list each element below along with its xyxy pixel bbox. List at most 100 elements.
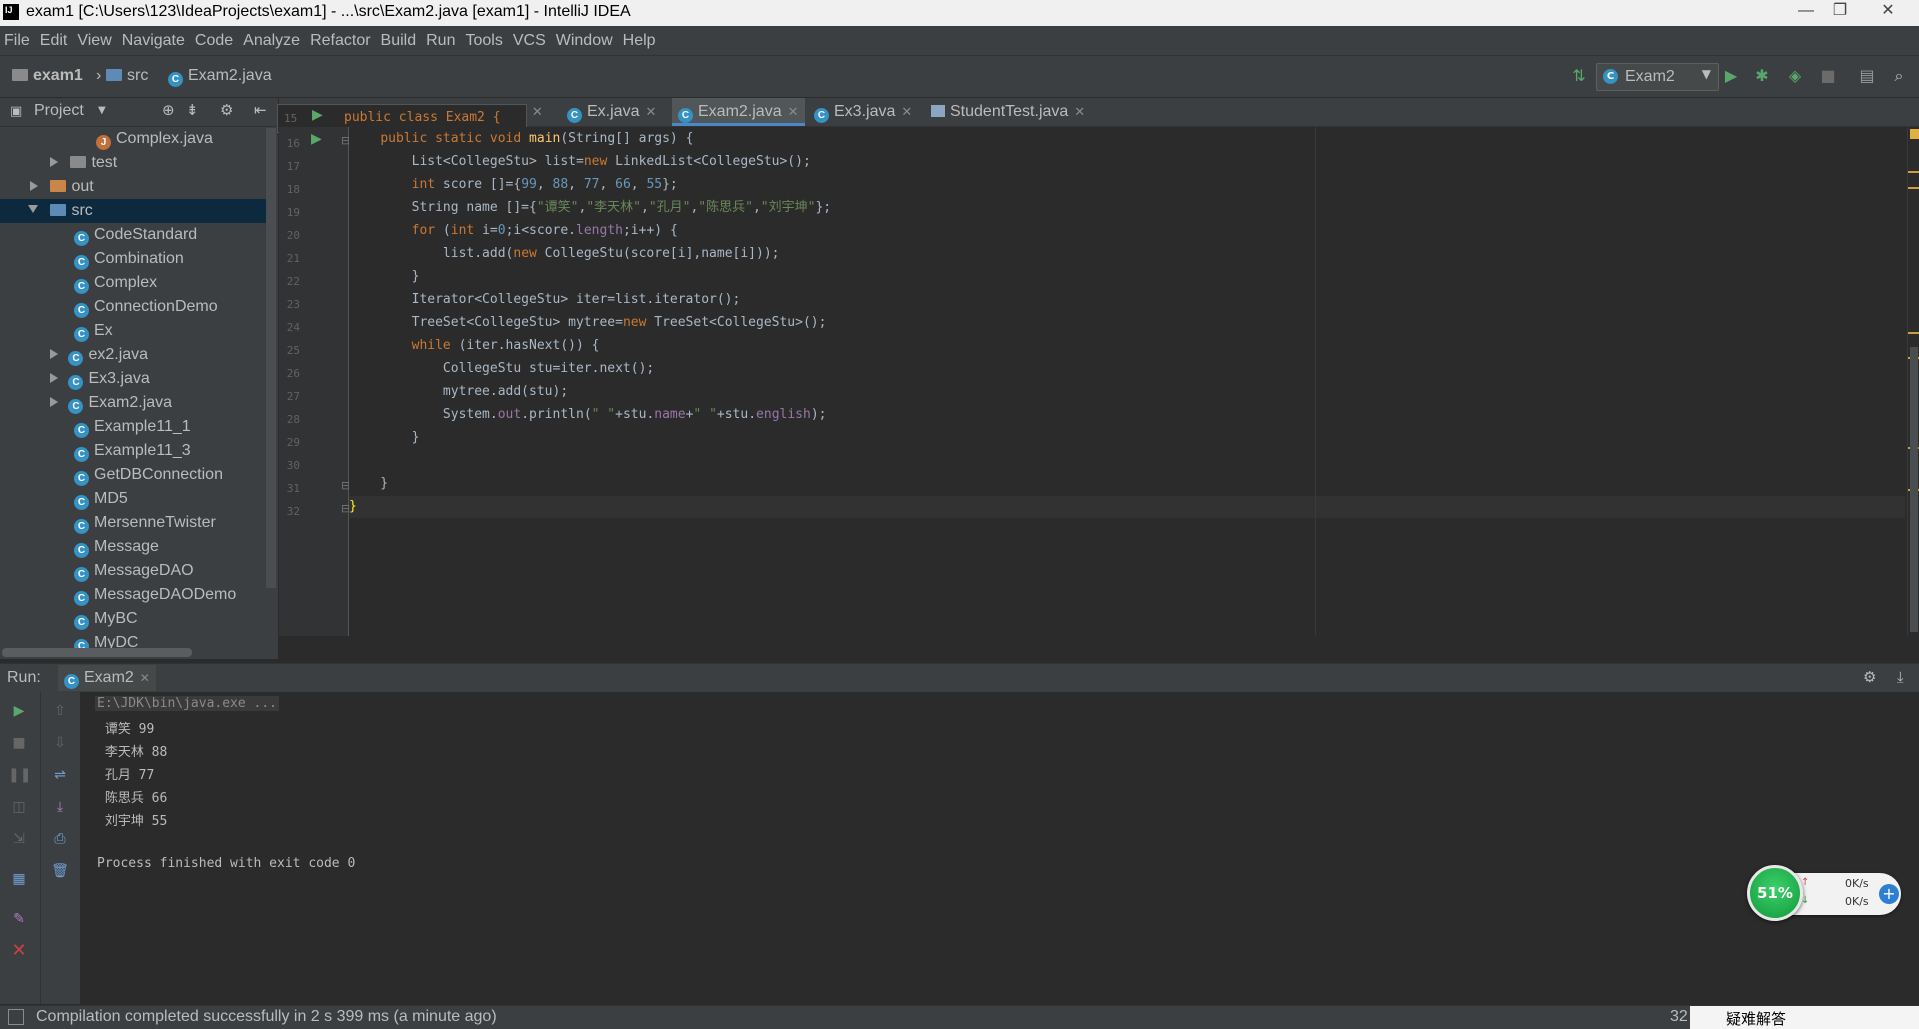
maximize-button[interactable]: ❐ bbox=[1818, 0, 1862, 24]
close-window-button[interactable]: ✕ bbox=[1866, 0, 1910, 24]
tree-item-class[interactable]: C MyBC bbox=[0, 607, 138, 631]
gear-icon[interactable]: ⚙ bbox=[1863, 668, 1876, 686]
soft-wrap-icon[interactable]: ⇌ bbox=[49, 764, 71, 786]
run-class-icon[interactable]: ▶ bbox=[312, 107, 323, 123]
menu-refactor[interactable]: Refactor bbox=[306, 26, 374, 55]
close-tab-icon[interactable]: ✕ bbox=[788, 104, 799, 119]
dump-threads-icon[interactable]: ◫ bbox=[8, 796, 30, 818]
menu-navigate[interactable]: Navigate bbox=[118, 26, 189, 55]
stop-icon[interactable]: ■ bbox=[1817, 65, 1839, 87]
expand-arrow-icon[interactable] bbox=[50, 397, 58, 407]
gear-icon[interactable]: ⚙ bbox=[220, 101, 233, 119]
up-arrow-icon[interactable]: ⇧ bbox=[49, 700, 71, 722]
tool-windows-icon[interactable] bbox=[8, 1009, 24, 1025]
collapse-all-icon[interactable]: ⇟ bbox=[186, 101, 199, 119]
project-vertical-scrollbar[interactable] bbox=[266, 128, 276, 588]
close-tab-icon[interactable]: ✕ bbox=[901, 104, 912, 119]
menu-build[interactable]: Build bbox=[377, 26, 421, 55]
close-tab-icon[interactable]: ✕ bbox=[532, 104, 543, 119]
tab-studenttest-java[interactable]: StudentTest.java ✕ bbox=[925, 98, 1091, 126]
tab-ex3-java[interactable]: C Ex3.java ✕ bbox=[808, 98, 918, 126]
layout-icon[interactable]: ▦ bbox=[8, 868, 30, 890]
tree-item-java-file[interactable]: C Exam2.java bbox=[0, 391, 172, 415]
menu-code[interactable]: Code bbox=[191, 26, 237, 55]
pin-icon[interactable]: ✎ bbox=[8, 908, 30, 930]
project-structure-icon[interactable]: ▤ bbox=[1856, 65, 1878, 87]
error-stripe[interactable] bbox=[1907, 127, 1919, 636]
tree-item-test[interactable]: test bbox=[0, 151, 266, 175]
menu-edit[interactable]: Edit bbox=[36, 26, 72, 55]
tree-item-class[interactable]: C Combination bbox=[0, 247, 184, 271]
code-editor[interactable]: public static void main(String[] args) {… bbox=[349, 127, 1907, 636]
run-main-icon[interactable]: ▶ bbox=[311, 131, 322, 147]
breadcrumb-project[interactable]: exam1 bbox=[12, 67, 83, 85]
search-icon[interactable]: ⌕ bbox=[1888, 65, 1910, 87]
locate-icon[interactable]: ⊕ bbox=[162, 101, 175, 119]
menu-analyze[interactable]: Analyze bbox=[239, 26, 304, 55]
tree-item-complex-java-test[interactable]: J Complex.java bbox=[0, 127, 266, 151]
warning-indicator-icon[interactable] bbox=[1910, 129, 1919, 139]
coverage-icon[interactable]: ◈ bbox=[1784, 65, 1806, 87]
tree-item-out[interactable]: out bbox=[0, 175, 266, 199]
pause-icon[interactable]: ❚❚ bbox=[8, 764, 31, 786]
console-output[interactable]: E:\JDK\bin\java.exe ... 谭笑 99 李天林 88 孔月 … bbox=[81, 692, 1919, 1004]
tree-item-class[interactable]: C MessageDAODemo bbox=[0, 583, 236, 607]
close-tab-icon[interactable]: ✕ bbox=[1074, 104, 1085, 119]
down-arrow-icon[interactable]: ⇩ bbox=[49, 732, 71, 754]
project-horizontal-scrollbar[interactable] bbox=[2, 648, 192, 657]
breadcrumb-folder[interactable]: src bbox=[106, 67, 148, 85]
close-tab-icon[interactable]: ✕ bbox=[645, 104, 656, 119]
trash-icon[interactable]: 🗑 bbox=[49, 860, 71, 882]
close-tab-icon[interactable]: ✕ bbox=[140, 671, 150, 685]
warning-mark[interactable] bbox=[1908, 332, 1919, 334]
tree-item-src[interactable]: src bbox=[0, 199, 266, 223]
menu-view[interactable]: View bbox=[73, 26, 115, 55]
breadcrumb-file[interactable]: C Exam2.java bbox=[168, 67, 272, 87]
menu-file[interactable]: File bbox=[0, 26, 34, 55]
tree-item-class[interactable]: C MD5 bbox=[0, 487, 128, 511]
stop-icon[interactable]: ■ bbox=[8, 732, 30, 754]
run-tab-exam2[interactable]: C Exam2 ✕ bbox=[58, 665, 156, 691]
expand-arrow-icon[interactable] bbox=[30, 181, 38, 191]
tree-item-class[interactable]: C MersenneTwister bbox=[0, 511, 216, 535]
scroll-to-end-icon[interactable]: ⤓ bbox=[49, 796, 71, 818]
menu-help[interactable]: Help bbox=[619, 26, 660, 55]
warning-mark[interactable] bbox=[1908, 171, 1919, 173]
project-view-selector[interactable]: Project bbox=[34, 102, 84, 120]
tree-item-class[interactable]: C Example11_3 bbox=[0, 439, 191, 463]
tab-ex-java[interactable]: C Ex.java ✕ bbox=[561, 98, 662, 126]
tree-item-class[interactable]: C CodeStandard bbox=[0, 223, 197, 247]
menu-window[interactable]: Window bbox=[552, 26, 617, 55]
tree-item-class[interactable]: C ConnectionDemo bbox=[0, 295, 218, 319]
tab-exam2-java[interactable]: C Exam2.java ✕ bbox=[672, 98, 805, 126]
exit-icon[interactable]: ⇲ bbox=[8, 828, 30, 850]
print-icon[interactable]: ⎙ bbox=[49, 828, 71, 850]
close-icon[interactable]: ✕ bbox=[8, 940, 30, 962]
warning-mark[interactable] bbox=[1908, 187, 1919, 189]
menu-run[interactable]: Run bbox=[422, 26, 459, 55]
console-command-line[interactable]: E:\JDK\bin\java.exe ... bbox=[95, 696, 280, 711]
collapse-arrow-icon[interactable] bbox=[28, 205, 38, 213]
tree-item-class[interactable]: C Ex bbox=[0, 319, 113, 343]
hide-panel-icon[interactable]: ⇤ bbox=[254, 101, 267, 119]
menu-tools[interactable]: Tools bbox=[461, 26, 506, 55]
debug-icon[interactable]: ✱ bbox=[1751, 65, 1773, 87]
network-speed-widget[interactable]: ↑ ↓ 0K/s 0K/s + 51% bbox=[1747, 865, 1907, 921]
memory-usage-ball[interactable]: 51% bbox=[1747, 865, 1803, 921]
build-icon[interactable]: ⇅ bbox=[1568, 65, 1590, 87]
tree-item-class[interactable]: C Message bbox=[0, 535, 159, 559]
caret-position[interactable]: 32 bbox=[1670, 1008, 1688, 1026]
ime-toolbar[interactable]: 疑难解答 bbox=[1690, 1006, 1919, 1029]
tree-item-class[interactable]: C Example11_1 bbox=[0, 415, 191, 439]
tree-item-java-file[interactable]: Cex2.java bbox=[0, 343, 148, 367]
add-icon[interactable]: + bbox=[1879, 884, 1899, 904]
run-icon[interactable]: ▶ bbox=[1720, 65, 1742, 87]
ime-help-label[interactable]: 疑难解答 bbox=[1726, 1008, 1786, 1029]
editor-scrollbar[interactable] bbox=[1910, 347, 1918, 632]
tree-item-class[interactable]: C GetDBConnection bbox=[0, 463, 223, 487]
hide-panel-icon[interactable]: ⤓ bbox=[1897, 668, 1904, 686]
tree-item-class[interactable]: C Complex bbox=[0, 271, 157, 295]
expand-arrow-icon[interactable] bbox=[50, 157, 58, 167]
expand-arrow-icon[interactable] bbox=[50, 349, 58, 359]
menu-vcs[interactable]: VCS bbox=[509, 26, 550, 55]
